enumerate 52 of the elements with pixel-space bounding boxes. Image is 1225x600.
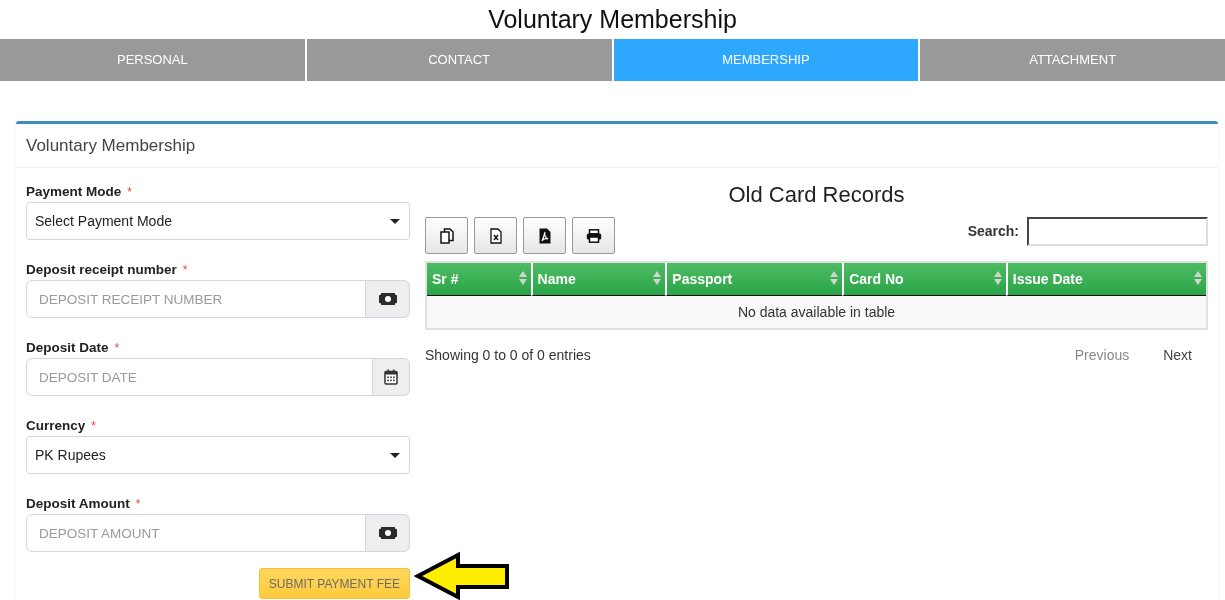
spreadsheet-file-icon: [489, 227, 502, 244]
required-mark: *: [135, 497, 141, 511]
field-label: Payment Mode: [26, 184, 122, 199]
column-header[interactable]: Passport: [665, 263, 843, 296]
search-input[interactable]: [1027, 217, 1208, 246]
tab[interactable]: MEMBERSHIP: [613, 39, 919, 81]
print-button[interactable]: [572, 217, 615, 254]
required-mark: *: [127, 185, 132, 199]
field-label: Currency: [26, 418, 86, 433]
cash-icon: [365, 280, 410, 318]
section-title: Old Card Records: [727, 182, 906, 208]
field-label: Deposit receipt number: [26, 262, 177, 277]
sort-icon: [993, 270, 1002, 285]
field-label: Deposit Date: [26, 340, 109, 355]
sort-icon: [1194, 270, 1202, 285]
column-header[interactable]: Name: [530, 263, 666, 296]
page-title: Voluntary Membership: [487, 4, 738, 35]
tab[interactable]: ATTACHMENT: [920, 39, 1225, 81]
copy-button[interactable]: [425, 217, 468, 254]
print-icon: [585, 228, 602, 243]
table-info-text: Showing 0 to 0 of 0 entries: [425, 346, 591, 365]
pdf-export-button[interactable]: [523, 217, 566, 254]
date-input[interactable]: DEPOSIT DATE: [26, 358, 373, 396]
tab[interactable]: CONTACT: [306, 39, 612, 81]
sort-icon: [518, 270, 527, 285]
caret-icon: [390, 452, 400, 458]
column-header[interactable]: Sr #: [427, 263, 531, 296]
required-mark: *: [182, 263, 188, 277]
sort-icon: [830, 270, 839, 285]
dropdown-select[interactable]: PK Rupees: [26, 436, 410, 474]
required-mark: *: [91, 419, 96, 433]
text-input[interactable]: DEPOSIT AMOUNT: [26, 514, 366, 552]
column-header[interactable]: Card No: [842, 263, 1006, 296]
pagination-link[interactable]: Next: [1145, 345, 1208, 365]
dropdown-select[interactable]: Select Payment Mode: [26, 202, 410, 240]
text-input[interactable]: DEPOSIT RECEIPT NUMBER: [26, 280, 366, 318]
sort-icon: [653, 270, 662, 285]
tab[interactable]: PERSONAL: [0, 39, 305, 81]
column-header[interactable]: Issue Date: [1005, 263, 1206, 296]
panel-title: Voluntary Membership: [26, 134, 196, 157]
cash-icon: [365, 514, 410, 552]
excel-export-button[interactable]: [474, 217, 517, 254]
submit-button[interactable]: SUBMIT PAYMENT FEE: [258, 568, 410, 599]
field-label: Deposit Amount: [26, 496, 130, 511]
calendar-icon: [372, 358, 410, 396]
caret-icon: [390, 218, 400, 224]
pdf-file-icon: [538, 227, 551, 244]
search-label: Search:: [967, 222, 1019, 241]
arrow-icon: [414, 552, 510, 600]
required-mark: *: [114, 341, 120, 355]
empty-table-message: No data available in table: [427, 296, 1206, 328]
copy-icon: [439, 227, 454, 244]
